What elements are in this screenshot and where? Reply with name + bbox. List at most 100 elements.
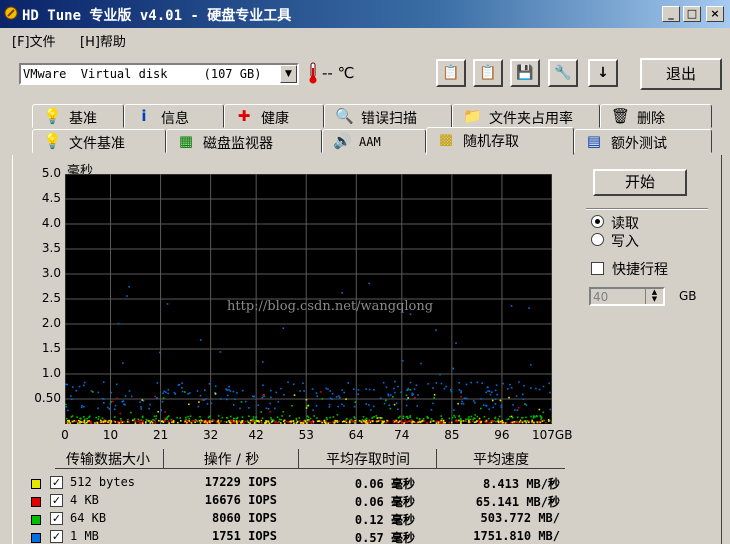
data-point <box>206 422 209 424</box>
data-point <box>389 394 392 396</box>
data-point <box>458 419 460 422</box>
data-point <box>100 419 102 422</box>
data-point <box>226 417 229 419</box>
y-tick-label: 1.0 <box>41 366 61 380</box>
health-cross-icon: ✚ <box>237 107 251 125</box>
data-point <box>236 422 238 424</box>
data-point <box>163 390 166 393</box>
chevron-down-icon[interactable]: ▼ <box>280 65 297 83</box>
data-point <box>365 417 368 420</box>
data-point <box>431 420 434 422</box>
tab-aam-label: AAM <box>359 135 381 149</box>
data-point <box>501 421 504 424</box>
data-point <box>276 416 279 419</box>
data-point <box>343 420 346 423</box>
data-point <box>506 418 509 421</box>
tab-health[interactable]: ✚ 健康 <box>224 104 324 128</box>
series-checkbox[interactable]: ✓ <box>50 494 63 507</box>
data-point <box>130 411 132 414</box>
tab-health-label: 健康 <box>261 111 289 127</box>
data-point <box>422 417 425 420</box>
data-point <box>338 420 340 422</box>
data-point <box>460 422 462 424</box>
copy-screenshot-button[interactable]: 📋 <box>473 59 503 87</box>
data-point <box>512 404 514 406</box>
data-point <box>194 421 196 424</box>
table-row: ✓ 1 MB 1751 IOPS 0.57 毫秒 1751.810 MB/ <box>0 528 730 544</box>
data-point <box>255 420 258 422</box>
data-point <box>162 397 165 399</box>
data-point <box>321 421 324 424</box>
minimize-button[interactable]: _ <box>662 6 680 22</box>
tab-disk-monitor[interactable]: ▦ 磁盘监视器 <box>166 129 322 153</box>
data-point <box>280 387 282 390</box>
data-point <box>212 420 215 422</box>
data-point <box>197 405 200 408</box>
data-point <box>229 415 232 418</box>
tab-aam[interactable]: 🔊 AAM <box>322 129 426 153</box>
quick-stroke-checkbox[interactable] <box>591 262 604 275</box>
data-point <box>207 416 210 419</box>
data-point <box>343 391 346 394</box>
write-radio[interactable] <box>591 233 604 246</box>
data-point <box>493 420 496 422</box>
disk-select-value: VMware Virtual disk (107 GB) <box>23 67 262 81</box>
data-point <box>373 388 375 391</box>
data-point <box>228 420 230 422</box>
tab-info[interactable]: i 信息 <box>124 104 224 128</box>
data-point <box>325 387 327 390</box>
maximize-button[interactable]: □ <box>683 6 701 22</box>
data-point <box>453 414 455 417</box>
data-point <box>293 422 295 424</box>
data-point <box>338 395 340 397</box>
data-point <box>426 417 429 419</box>
data-point <box>67 409 69 412</box>
data-point <box>377 416 380 419</box>
data-point <box>367 420 369 423</box>
disk-select[interactable]: VMware Virtual disk (107 GB) ▼ <box>19 63 299 85</box>
options-button[interactable]: 🔧 <box>548 59 578 87</box>
data-point <box>71 420 74 423</box>
series-checkbox[interactable]: ✓ <box>50 512 63 525</box>
tab-file-benchmark[interactable]: 💡 文件基准 <box>32 129 166 153</box>
data-point <box>199 394 202 397</box>
data-point <box>310 422 312 424</box>
copy-info-button[interactable]: 📋 <box>436 59 466 87</box>
data-point <box>397 385 399 388</box>
data-point <box>468 420 470 423</box>
exit-button[interactable]: 退出 <box>640 58 722 90</box>
data-point <box>328 403 331 406</box>
series-color-swatch <box>31 497 41 507</box>
tab-erase[interactable]: 🗑 删除 <box>600 104 712 128</box>
spinner-icon[interactable]: ▲ ▼ <box>645 289 663 304</box>
y-tick-label: 1.5 <box>41 341 61 355</box>
menu-help[interactable]: [H]帮助 <box>80 31 126 50</box>
stroke-size-input[interactable]: 40 ▲ ▼ <box>589 287 665 306</box>
tab-error-scan[interactable]: 🔍 错误扫描 <box>324 104 452 128</box>
data-point <box>116 397 118 400</box>
read-radio[interactable] <box>591 215 604 228</box>
data-point <box>352 420 354 423</box>
data-point <box>139 422 141 424</box>
start-button[interactable]: 开始 <box>593 169 687 196</box>
data-point <box>188 392 191 394</box>
data-point <box>455 342 457 344</box>
tab-extra-tests[interactable]: ▤ 额外测试 <box>574 129 712 153</box>
save-button[interactable]: 💾 <box>510 59 540 87</box>
data-point <box>267 408 270 410</box>
quick-stroke-label: 快捷行程 <box>612 262 668 278</box>
tab-benchmark[interactable]: 💡 基准 <box>32 104 124 128</box>
series-checkbox[interactable]: ✓ <box>50 476 63 489</box>
data-point <box>524 420 526 422</box>
tab-random-access[interactable]: ▩ 随机存取 <box>426 127 574 155</box>
data-point <box>329 421 331 424</box>
tab-folder-usage[interactable]: 📁 文件夹占用率 <box>452 104 600 128</box>
download-button[interactable]: ↓ <box>588 59 618 87</box>
data-point <box>398 420 401 423</box>
data-point <box>500 406 503 408</box>
menu-file[interactable]: [F]文件 <box>12 31 56 50</box>
series-checkbox[interactable]: ✓ <box>50 530 63 543</box>
data-point <box>448 421 451 424</box>
data-point <box>444 421 447 424</box>
close-button[interactable]: × <box>706 6 724 22</box>
